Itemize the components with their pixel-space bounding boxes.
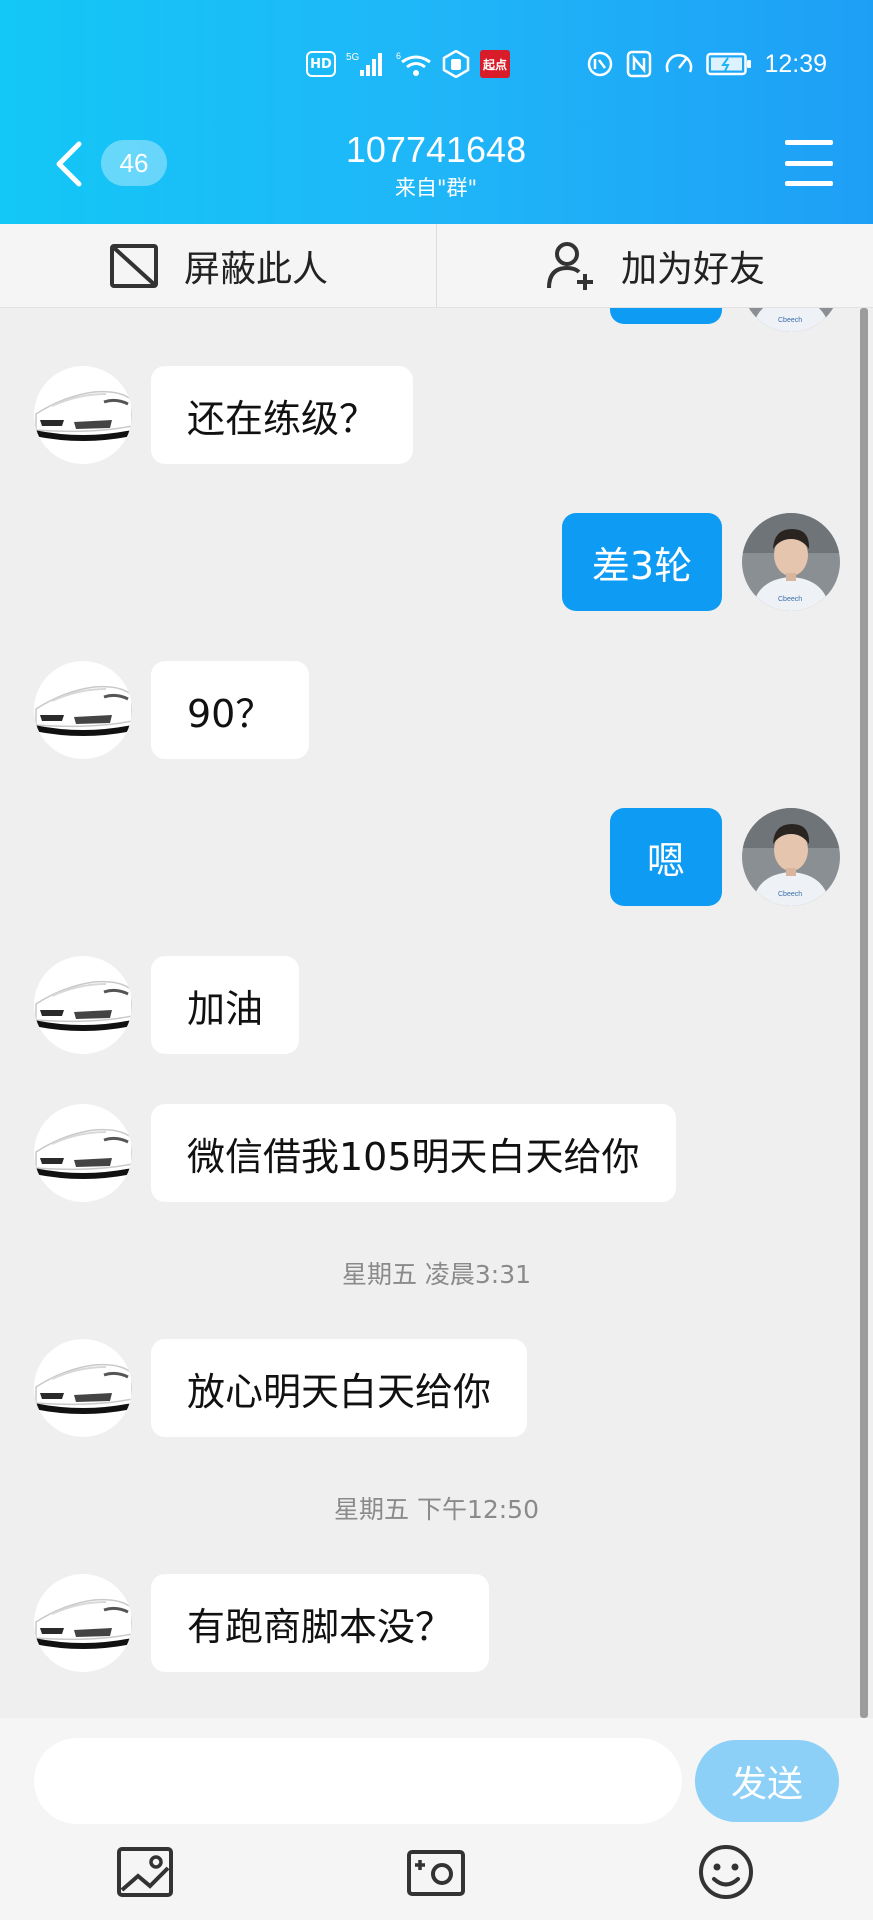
unread-count-badge[interactable]: 46 (101, 140, 167, 186)
scrollbar[interactable] (860, 308, 868, 1718)
contact-avatar[interactable] (34, 956, 132, 1054)
chat-title: 107741648 (345, 129, 527, 170)
incoming-message[interactable]: 有跑商脚本没？ (151, 1574, 490, 1672)
incoming-message[interactable]: 还在练级？ (151, 366, 414, 464)
message-input[interactable] (34, 1738, 682, 1824)
incoming-message[interactable]: 微信借我105明天白天给你 (151, 1104, 676, 1202)
nfc-icon (626, 50, 652, 78)
block-user-label: 屏蔽此人 (183, 248, 328, 290)
my-avatar[interactable] (742, 513, 840, 611)
message-timestamp: 星期五 凌晨3:31 (341, 1260, 532, 1289)
block-icon (109, 243, 158, 288)
qidian-app-icon: 起点 (480, 50, 510, 78)
contact-avatar[interactable] (34, 661, 132, 759)
chat-header: HD 5G 6 起点 12:39 46 107741648 来自"群" (0, 0, 873, 224)
my-avatar[interactable] (742, 308, 840, 332)
message-bubble-partial (610, 308, 722, 324)
back-button[interactable] (46, 136, 90, 192)
battery-icon (706, 50, 752, 78)
chat-title-block: 107741648 来自"群" (236, 128, 636, 202)
hd-icon: HD (306, 51, 336, 77)
menu-button[interactable] (785, 140, 833, 186)
add-friend-button[interactable]: 加为好友 (437, 224, 873, 307)
composer: 发送 (0, 1718, 873, 1920)
add-friend-label: 加为好友 (620, 248, 765, 290)
svg-text:5G: 5G (346, 52, 360, 63)
status-left: HD 5G 6 起点 (306, 42, 510, 86)
camera-button[interactable] (404, 1842, 468, 1902)
message-list[interactable]: 还在练级？ 差3轮 90？ 嗯 加油 微信借我105明天白天给你 星期五 凌晨3… (0, 308, 873, 1718)
vpn-icon (586, 50, 614, 78)
hand-icon (442, 50, 470, 78)
chat-subtitle: 来自"群" (394, 176, 478, 200)
message-timestamp: 星期五 下午12:50 (334, 1495, 539, 1524)
wifi-icon: 6 (396, 50, 432, 78)
chevron-left-icon (56, 141, 82, 187)
signal-icon: 5G (346, 50, 386, 78)
incoming-message[interactable]: 放心明天白天给你 (151, 1339, 528, 1437)
hamburger-menu-icon (785, 140, 833, 145)
add-user-icon (546, 241, 593, 290)
image-icon (117, 1847, 173, 1897)
status-right: 12:39 (586, 42, 827, 86)
photo-button[interactable] (113, 1842, 177, 1902)
stranger-action-bar: 屏蔽此人 加为好友 (0, 224, 873, 308)
contact-avatar[interactable] (34, 1339, 132, 1437)
smiley-icon (699, 1845, 753, 1899)
outgoing-message[interactable]: 嗯 (610, 808, 722, 906)
emoji-button[interactable] (694, 1842, 758, 1902)
block-user-button[interactable]: 屏蔽此人 (0, 224, 436, 307)
contact-avatar[interactable] (34, 1574, 132, 1672)
clock: 12:39 (764, 49, 827, 78)
my-avatar[interactable] (742, 808, 840, 906)
status-bar: HD 5G 6 起点 12:39 (0, 42, 873, 86)
send-button[interactable]: 发送 (695, 1740, 839, 1822)
incoming-message[interactable]: 90？ (151, 661, 310, 759)
svg-text:6: 6 (396, 51, 401, 61)
contact-avatar[interactable] (34, 1104, 132, 1202)
outgoing-message[interactable]: 差3轮 (562, 513, 722, 611)
incoming-message[interactable]: 加油 (151, 956, 300, 1054)
speedometer-icon (664, 50, 694, 78)
camera-icon (407, 1850, 465, 1896)
contact-avatar[interactable] (34, 366, 132, 464)
